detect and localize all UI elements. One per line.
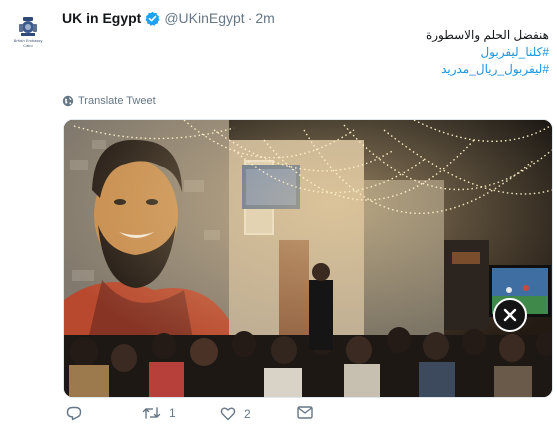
globe-icon xyxy=(62,95,74,107)
tweet-photo[interactable] xyxy=(63,119,553,398)
header-separator: · xyxy=(247,10,253,26)
retweet-icon xyxy=(142,407,161,419)
close-icon[interactable] xyxy=(493,298,527,332)
hashtag-link[interactable]: #ليفربول_ريال_مدريد xyxy=(79,61,549,78)
account-name[interactable]: UK in Egypt xyxy=(62,10,141,26)
tweet-text: هنفضل الحلم والاسطورة #كلنا_ليفربول #ليف… xyxy=(79,27,549,78)
retweet-button[interactable]: 1 xyxy=(142,406,176,420)
retweet-count: 1 xyxy=(169,406,176,420)
like-button[interactable]: 2 xyxy=(220,406,251,421)
tweet-header: UK in Egypt @UKinEgypt · 2m xyxy=(62,8,275,28)
envelope-icon xyxy=(297,406,313,419)
tweet-card: British Embassy Cairo UK in Egypt @UKinE… xyxy=(0,0,557,428)
reply-button[interactable] xyxy=(66,406,82,421)
royal-crest-icon xyxy=(19,17,37,36)
reply-icon xyxy=(66,406,82,421)
avatar[interactable]: British Embassy Cairo xyxy=(8,16,48,56)
tweet-text-line: هنفضل الحلم والاسطورة xyxy=(425,28,549,42)
account-handle[interactable]: @UKinEgypt xyxy=(164,10,244,26)
heart-icon xyxy=(220,407,236,421)
translate-tweet-label: Translate Tweet xyxy=(78,95,156,107)
tweet-actions: 1 2 xyxy=(62,406,362,428)
cafe-scene-image xyxy=(64,120,552,397)
translate-tweet-link[interactable]: Translate Tweet xyxy=(62,95,156,107)
tweet-timestamp[interactable]: 2m xyxy=(255,10,274,26)
like-count: 2 xyxy=(244,406,251,421)
verified-badge-icon xyxy=(145,11,160,26)
avatar-caption-line2: Cairo xyxy=(23,43,33,48)
direct-message-button[interactable] xyxy=(297,406,313,419)
hashtag-link[interactable]: #كلنا_ليفربول xyxy=(79,44,549,61)
